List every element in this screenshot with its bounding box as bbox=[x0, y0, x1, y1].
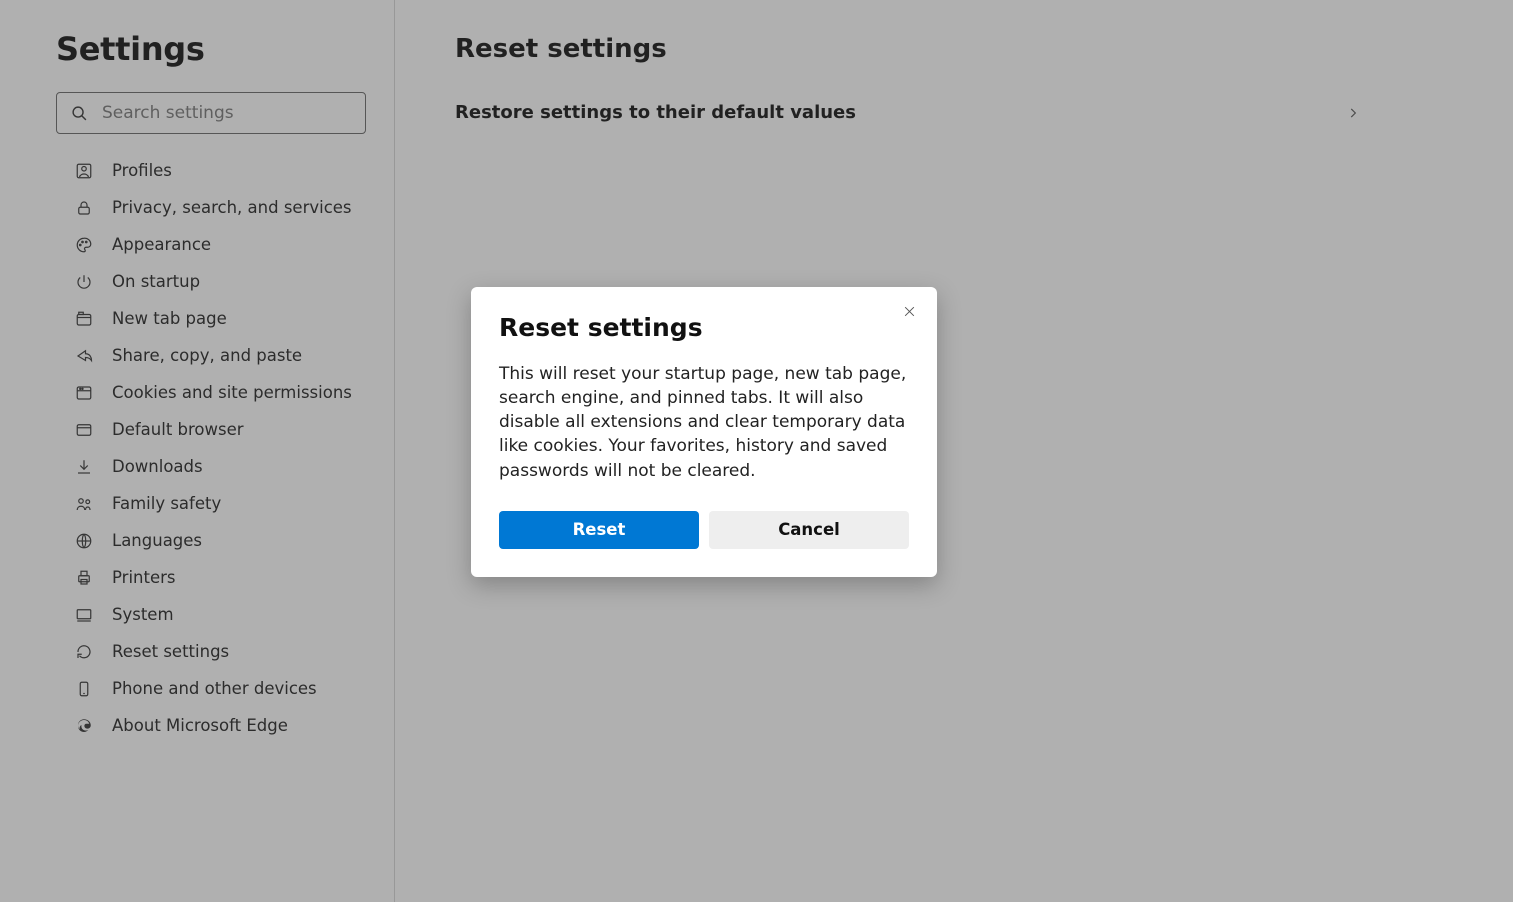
sidebar-item-label: New tab page bbox=[112, 309, 227, 328]
search-settings-box[interactable] bbox=[56, 92, 366, 134]
reset-icon bbox=[74, 643, 94, 661]
phone-icon bbox=[74, 680, 94, 698]
lock-icon bbox=[74, 199, 94, 217]
profile-icon bbox=[74, 162, 94, 180]
sidebar-title: Settings bbox=[56, 30, 366, 68]
dialog-body-text: This will reset your startup page, new t… bbox=[499, 362, 909, 483]
permissions-icon bbox=[74, 384, 94, 402]
reset-button[interactable]: Reset bbox=[499, 511, 699, 549]
sidebar-nav: Profiles Privacy, search, and services A… bbox=[56, 152, 366, 744]
printer-icon bbox=[74, 569, 94, 587]
sidebar-item-label: Reset settings bbox=[112, 642, 229, 661]
globe-icon bbox=[74, 532, 94, 550]
search-icon bbox=[71, 105, 88, 122]
sidebar-item-profiles[interactable]: Profiles bbox=[56, 152, 366, 189]
sidebar-item-label: Phone and other devices bbox=[112, 679, 317, 698]
settings-sidebar: Settings Profiles Privacy, search, and s… bbox=[0, 0, 395, 902]
restore-defaults-row[interactable]: Restore settings to their default values bbox=[455, 94, 1360, 131]
edge-icon bbox=[74, 717, 94, 735]
sidebar-item-downloads[interactable]: Downloads bbox=[56, 448, 366, 485]
search-input[interactable] bbox=[102, 103, 351, 123]
share-icon bbox=[74, 347, 94, 365]
sidebar-item-appearance[interactable]: Appearance bbox=[56, 226, 366, 263]
sidebar-item-label: Printers bbox=[112, 568, 176, 587]
sidebar-item-printers[interactable]: Printers bbox=[56, 559, 366, 596]
sidebar-item-label: System bbox=[112, 605, 174, 624]
sidebar-item-label: Profiles bbox=[112, 161, 172, 180]
sidebar-item-label: Family safety bbox=[112, 494, 221, 513]
sidebar-item-privacy[interactable]: Privacy, search, and services bbox=[56, 189, 366, 226]
sidebar-item-about[interactable]: About Microsoft Edge bbox=[56, 707, 366, 744]
palette-icon bbox=[74, 236, 94, 254]
sidebar-item-default-browser[interactable]: Default browser bbox=[56, 411, 366, 448]
tab-icon bbox=[74, 310, 94, 328]
sidebar-item-cookies[interactable]: Cookies and site permissions bbox=[56, 374, 366, 411]
page-title: Reset settings bbox=[455, 34, 1360, 64]
sidebar-item-label: Languages bbox=[112, 531, 202, 550]
dialog-title: Reset settings bbox=[499, 313, 909, 342]
sidebar-item-share[interactable]: Share, copy, and paste bbox=[56, 337, 366, 374]
sidebar-item-label: Share, copy, and paste bbox=[112, 346, 302, 365]
sidebar-item-languages[interactable]: Languages bbox=[56, 522, 366, 559]
sidebar-item-label: On startup bbox=[112, 272, 200, 291]
sidebar-item-label: Cookies and site permissions bbox=[112, 383, 352, 402]
family-icon bbox=[74, 495, 94, 513]
power-icon bbox=[74, 273, 94, 291]
sidebar-item-label: Default browser bbox=[112, 420, 244, 439]
restore-defaults-label: Restore settings to their default values bbox=[455, 102, 856, 123]
download-icon bbox=[74, 458, 94, 476]
cancel-button[interactable]: Cancel bbox=[709, 511, 909, 549]
sidebar-item-system[interactable]: System bbox=[56, 596, 366, 633]
sidebar-item-family[interactable]: Family safety bbox=[56, 485, 366, 522]
dialog-actions: Reset Cancel bbox=[499, 511, 909, 549]
sidebar-item-label: Privacy, search, and services bbox=[112, 198, 352, 217]
sidebar-item-startup[interactable]: On startup bbox=[56, 263, 366, 300]
sidebar-item-label: About Microsoft Edge bbox=[112, 716, 288, 735]
sidebar-item-label: Appearance bbox=[112, 235, 211, 254]
sidebar-item-phone[interactable]: Phone and other devices bbox=[56, 670, 366, 707]
chevron-right-icon bbox=[1346, 106, 1360, 120]
sidebar-item-reset[interactable]: Reset settings bbox=[56, 633, 366, 670]
dialog-close-button[interactable] bbox=[899, 301, 919, 321]
reset-settings-dialog: Reset settings This will reset your star… bbox=[471, 287, 937, 577]
sidebar-item-label: Downloads bbox=[112, 457, 203, 476]
sidebar-item-newtab[interactable]: New tab page bbox=[56, 300, 366, 337]
system-icon bbox=[74, 606, 94, 624]
browser-icon bbox=[74, 421, 94, 439]
